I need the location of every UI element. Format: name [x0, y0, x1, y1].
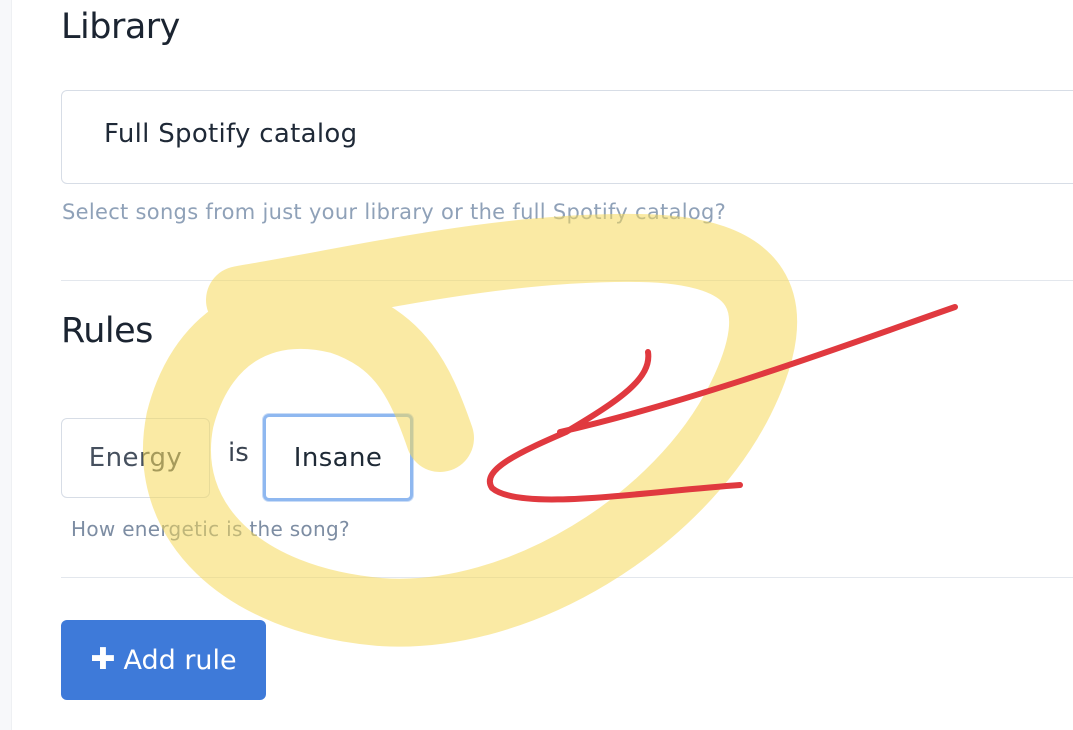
library-section-title: Library — [61, 7, 180, 47]
rules-section-title: Rules — [61, 311, 153, 351]
page: Library Full Spotify catalog Select song… — [0, 0, 1073, 730]
plus-icon: ✚ — [90, 642, 116, 677]
library-help-text: Select songs from just your library or t… — [62, 200, 727, 224]
section-divider — [61, 577, 1073, 578]
library-select[interactable]: Full Spotify catalog — [61, 90, 1073, 184]
add-rule-button[interactable]: ✚ Add rule — [61, 620, 266, 700]
library-selected-value: Full Spotify catalog — [104, 119, 358, 149]
section-divider — [61, 280, 1073, 281]
add-rule-label: Add rule — [123, 644, 237, 676]
pen-arrow-stroke — [486, 304, 958, 503]
rule-help-text: How energetic is the song? — [71, 517, 350, 541]
rule-field-select[interactable]: Energy — [61, 418, 210, 498]
rule-operator: is — [228, 438, 249, 468]
left-sidebar-edge — [0, 0, 12, 730]
rule-value-select[interactable]: Insane — [263, 414, 413, 501]
